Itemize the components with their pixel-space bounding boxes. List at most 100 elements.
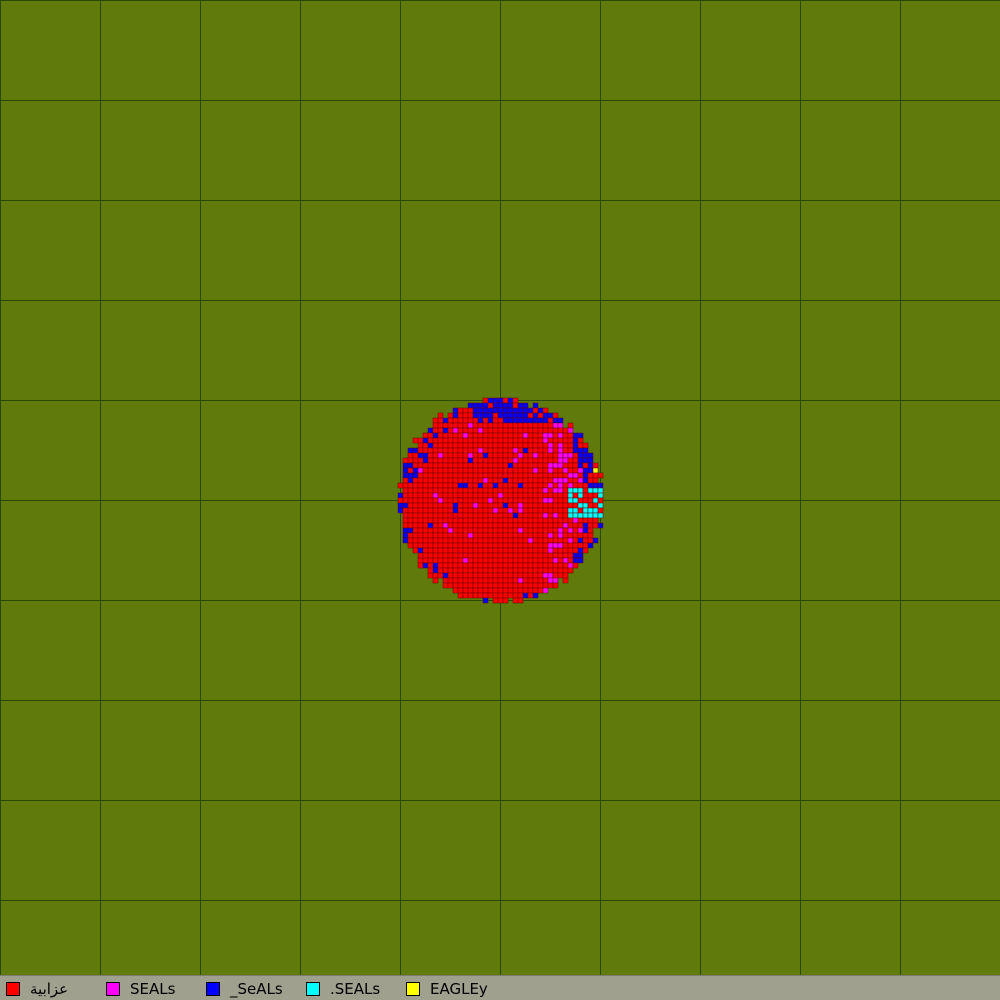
territory-map[interactable]	[0, 0, 1000, 975]
territory-cell	[527, 577, 534, 584]
territory-cell	[472, 572, 479, 579]
territory-cell	[402, 477, 409, 484]
territory-cell	[412, 532, 419, 539]
territory-cell	[467, 522, 474, 529]
territory-cell	[577, 507, 584, 514]
territory-cell	[537, 457, 544, 464]
territory-cell	[432, 492, 439, 499]
territory-cell	[572, 452, 579, 459]
territory-cell	[427, 562, 434, 569]
territory-cell	[582, 507, 589, 514]
territory-cell	[472, 402, 479, 409]
territory-cell	[482, 597, 489, 604]
territory-cell	[467, 487, 474, 494]
territory-cell	[477, 577, 484, 584]
territory-cell	[432, 482, 439, 489]
territory-cell	[557, 477, 564, 484]
territory-cell	[427, 462, 434, 469]
game-view: عزابية SEALs _SeALs .SEALs EAGLEy	[0, 0, 1000, 1000]
territory-cell	[542, 527, 549, 534]
territory-cell	[592, 512, 599, 519]
territory-cell	[522, 582, 529, 589]
territory-cell	[447, 462, 454, 469]
territory-cell	[587, 512, 594, 519]
territory-cell	[427, 567, 434, 574]
territory-cell	[417, 502, 424, 509]
territory-cell	[512, 497, 519, 504]
territory-cell	[452, 417, 459, 424]
territory-cell	[517, 407, 524, 414]
territory-cell	[397, 497, 404, 504]
territory-cell	[462, 412, 469, 419]
territory-cell	[527, 472, 534, 479]
territory-cell	[427, 477, 434, 484]
territory-cell	[537, 407, 544, 414]
territory-cell	[562, 477, 569, 484]
territory-cell	[402, 522, 409, 529]
territory-cell	[537, 542, 544, 549]
territory-cell	[462, 572, 469, 579]
territory-cell	[577, 497, 584, 504]
territory-cell	[447, 427, 454, 434]
territory-cell	[542, 457, 549, 464]
territory-cell	[447, 452, 454, 459]
territory-cell	[527, 532, 534, 539]
territory-cell	[457, 447, 464, 454]
territory-cell	[472, 472, 479, 479]
territory-cell	[502, 597, 509, 604]
territory-cell	[397, 492, 404, 499]
territory-cell	[477, 582, 484, 589]
territory-cell	[432, 517, 439, 524]
territory-cell	[472, 497, 479, 504]
territory-cell	[507, 467, 514, 474]
territory-cell	[517, 462, 524, 469]
territory-cell	[477, 537, 484, 544]
territory-cell	[517, 487, 524, 494]
territory-cell	[537, 527, 544, 534]
territory-cell	[567, 447, 574, 454]
territory-cell	[442, 527, 449, 534]
territory-cell	[507, 462, 514, 469]
territory-cell	[432, 447, 439, 454]
territory-cell	[537, 492, 544, 499]
territory-cell	[502, 417, 509, 424]
territory-cell	[522, 472, 529, 479]
territory-cell	[487, 582, 494, 589]
territory-cell	[417, 522, 424, 529]
territory-cell	[467, 557, 474, 564]
territory-cell	[552, 567, 559, 574]
territory-cell	[427, 537, 434, 544]
territory-cell	[487, 562, 494, 569]
territory-cell	[442, 497, 449, 504]
legend-item-seals: SEALs	[106, 980, 175, 998]
territory-cell	[517, 492, 524, 499]
territory-cell	[492, 407, 499, 414]
territory-cell	[472, 552, 479, 559]
territory-cell	[442, 512, 449, 519]
territory-cell	[522, 512, 529, 519]
territory-cell	[552, 572, 559, 579]
territory-cell	[497, 507, 504, 514]
territory-cell	[587, 477, 594, 484]
territory-cell	[457, 507, 464, 514]
territory-cell	[497, 437, 504, 444]
territory-cell	[432, 467, 439, 474]
territory-cell	[537, 577, 544, 584]
territory-cell	[577, 482, 584, 489]
territory-cell	[552, 447, 559, 454]
territory-cell	[567, 547, 574, 554]
territory-cell	[462, 462, 469, 469]
territory-cell	[432, 567, 439, 574]
territory-cell	[532, 502, 539, 509]
territory-cell	[442, 557, 449, 564]
territory-cell	[512, 492, 519, 499]
territory-cell	[457, 542, 464, 549]
territory-cell	[467, 427, 474, 434]
territory-cell	[402, 502, 409, 509]
territory-cell	[522, 587, 529, 594]
territory-cell	[452, 557, 459, 564]
territory-cell	[562, 447, 569, 454]
territory-cell	[477, 552, 484, 559]
territory-cell	[517, 442, 524, 449]
territory-cell	[447, 492, 454, 499]
